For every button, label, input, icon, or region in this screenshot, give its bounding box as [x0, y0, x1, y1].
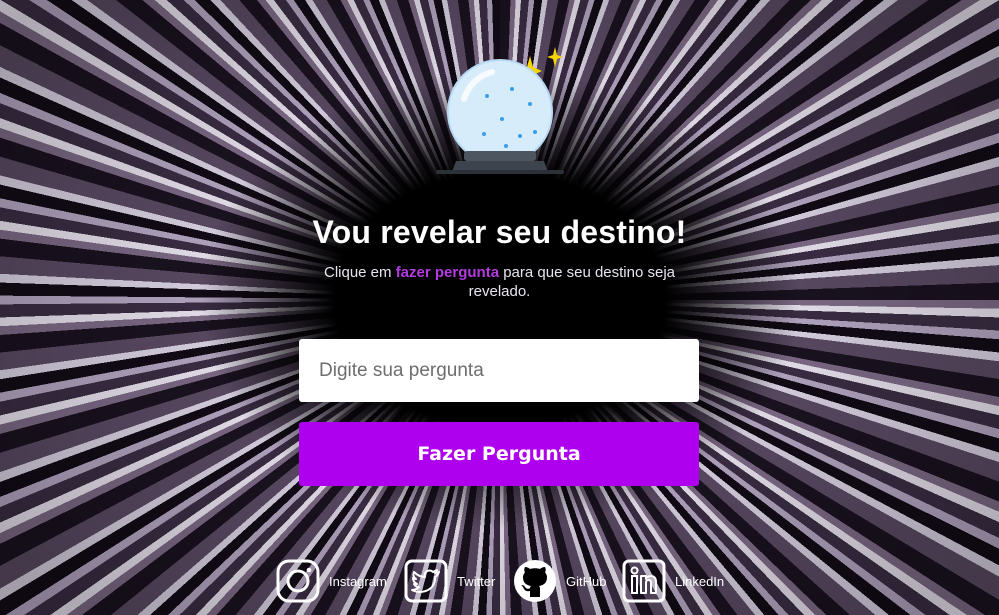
crystal-ball-icon	[436, 47, 564, 174]
subtitle-suffix: para que seu destino seja revelado.	[468, 264, 676, 300]
instagram-icon	[276, 559, 320, 603]
twitter-icon	[404, 559, 448, 603]
page-title: Vou revelar seu destino!	[312, 214, 687, 250]
social-label-github: GitHub	[566, 573, 607, 589]
subtitle-prefix: Clique em	[323, 264, 396, 281]
social-link-linkedin[interactable]: LinkedIn	[622, 558, 724, 604]
linkedin-icon	[622, 559, 666, 603]
social-link-twitter[interactable]: Twitter	[404, 558, 495, 604]
social-label-instagram: Instagram	[329, 573, 387, 589]
subtitle-highlight: fazer pergunta	[395, 264, 500, 281]
github-icon	[514, 560, 556, 602]
social-link-github[interactable]: GitHub	[513, 558, 606, 604]
social-label-twitter: Twitter	[457, 573, 496, 589]
social-link-instagram[interactable]: Instagram	[276, 558, 387, 604]
question-input[interactable]	[299, 339, 699, 402]
social-label-linkedin: LinkedIn	[675, 573, 725, 589]
main-content: Vou revelar seu destino! Clique em fazer…	[0, 0, 999, 615]
page-subtitle: Clique em fazer pergunta para que seu de…	[300, 263, 699, 301]
ask-question-button[interactable]: Fazer Pergunta	[299, 422, 699, 486]
